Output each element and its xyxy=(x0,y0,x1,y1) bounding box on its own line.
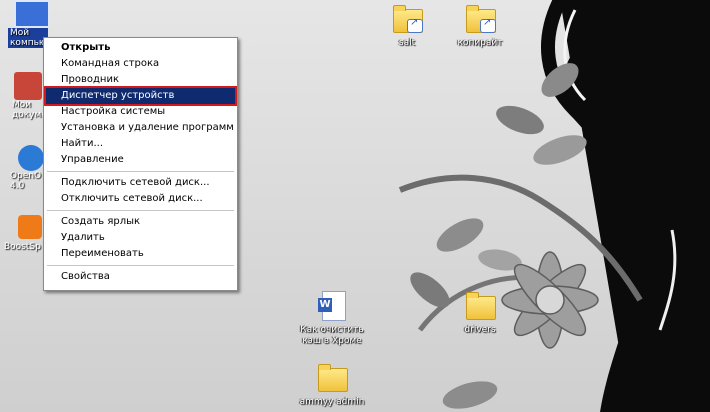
menu-item-disconnect-network-drive[interactable]: Отключить сетевой диск... xyxy=(46,191,235,207)
menu-item-open[interactable]: Открыть xyxy=(46,40,235,56)
desktop-icon-salt[interactable]: salt xyxy=(367,3,447,49)
desktop-icon-kopirait[interactable]: копирайт xyxy=(440,3,520,49)
menu-item-add-remove-programs[interactable]: Установка и удаление программ xyxy=(46,120,235,136)
menu-item-command-line[interactable]: Командная строка xyxy=(46,56,235,72)
menu-item-manage[interactable]: Управление xyxy=(46,152,235,168)
boostspeed-shortcut[interactable]: BoostSp xyxy=(4,215,42,252)
menu-item-explorer[interactable]: Проводник xyxy=(46,72,235,88)
my-documents-icon xyxy=(14,72,42,100)
menu-separator xyxy=(47,265,234,266)
menu-item-map-network-drive[interactable]: Подключить сетевой диск... xyxy=(46,175,235,191)
my-computer-shortcut[interactable]: Мой компьюте xyxy=(8,0,58,48)
menu-item-create-shortcut[interactable]: Создать ярлык xyxy=(46,214,235,230)
menu-item-rename[interactable]: Переименовать xyxy=(46,246,235,262)
desktop-icon-drivers[interactable]: drivers xyxy=(440,290,520,336)
menu-item-find[interactable]: Найти... xyxy=(46,136,235,152)
openoffice-shortcut[interactable]: OpenO 4.0 xyxy=(8,145,44,191)
desktop: Мой компьюте Мои докумен OpenO 4.0 BoostSp … xyxy=(0,0,710,412)
icon-label: salt xyxy=(398,38,416,48)
menu-item-device-manager[interactable]: Диспетчер устройств xyxy=(44,86,237,106)
context-menu: Открыть Командная строка Проводник Диспе… xyxy=(43,37,238,291)
word-document-icon: W xyxy=(316,290,348,322)
openoffice-label: OpenO 4.0 xyxy=(10,171,42,191)
menu-item-properties[interactable]: Свойства xyxy=(46,269,235,285)
desktop-icon-clear-cache-doc[interactable]: W Как очистить кэш в Хроме xyxy=(292,290,372,347)
icon-label: ammyy admin xyxy=(299,397,365,407)
menu-separator xyxy=(47,171,234,172)
icon-label: копирайт xyxy=(457,38,503,48)
folder-icon xyxy=(316,362,348,394)
menu-item-system-settings[interactable]: Настройка системы xyxy=(46,104,235,120)
folder-icon xyxy=(464,290,496,322)
folder-shortcut-icon xyxy=(464,3,496,35)
my-computer-icon xyxy=(14,0,50,28)
menu-item-delete[interactable]: Удалить xyxy=(46,230,235,246)
icon-label: Как очистить кэш в Хроме xyxy=(300,325,364,346)
menu-separator xyxy=(47,210,234,211)
folder-shortcut-icon xyxy=(391,3,423,35)
desktop-icon-ammyy-admin[interactable]: ammyy admin xyxy=(292,362,372,408)
my-computer-label: Мой компьюте xyxy=(8,28,58,48)
icon-label: drivers xyxy=(464,325,496,335)
boostspeed-icon xyxy=(18,215,42,239)
openoffice-icon xyxy=(18,145,44,171)
boostspeed-label: BoostSp xyxy=(4,242,41,252)
